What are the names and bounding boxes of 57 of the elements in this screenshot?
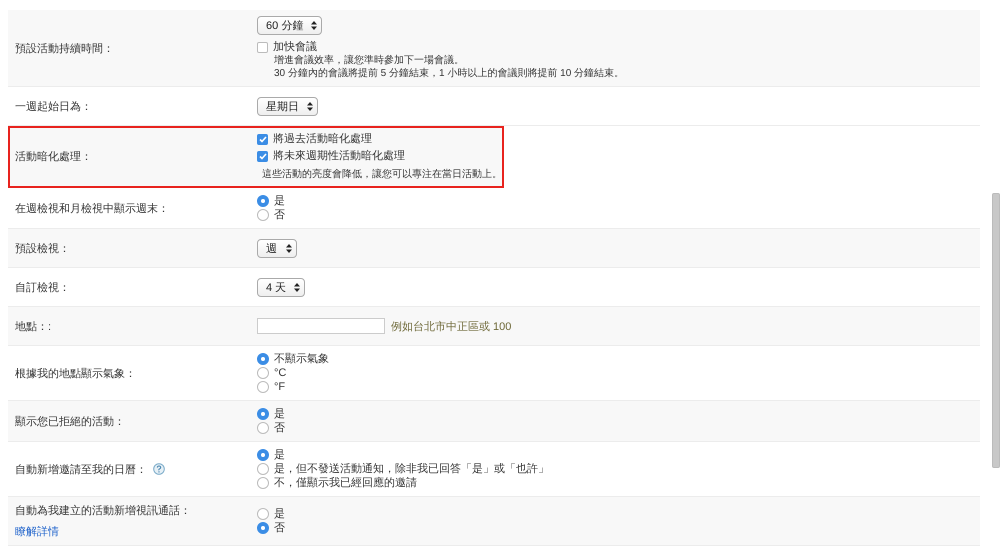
dropdown-select[interactable]: 星期日 [257, 96, 318, 116]
checkbox[interactable] [257, 134, 268, 144]
radio-button[interactable] [257, 522, 269, 534]
updown-arrows-icon [286, 244, 292, 252]
help-icon[interactable] [153, 463, 165, 475]
checkbox-option[interactable]: 加快會議 [257, 40, 317, 54]
description-text: 30 分鐘內的會議將提前 5 分鐘結束，1 小時以上的會議則將提前 10 分鐘結束。 [273, 67, 624, 80]
learn-more-link[interactable]: 瞭解詳情 [15, 524, 257, 539]
radio-option[interactable]: 不顯示氣象 [257, 352, 329, 366]
scrollbar[interactable] [992, 193, 1000, 468]
setting-label: 一週起始日為： [15, 100, 92, 114]
example-hint: 例如台北市中正區或 100 [391, 320, 512, 334]
checkbox-option[interactable]: 將過去活動暗化處理 [257, 132, 372, 146]
updown-arrows-icon [307, 102, 313, 110]
radio-button[interactable] [257, 408, 269, 420]
setting-label: 根據我的地點顯示氣象： [15, 366, 136, 380]
setting-label: 顯示您已拒絕的活動： [15, 414, 125, 428]
updown-arrows-icon [294, 282, 300, 292]
checkbox[interactable] [257, 150, 268, 162]
radio-option[interactable]: 是 [257, 448, 285, 462]
radio-button[interactable] [257, 367, 269, 379]
dropdown-select[interactable]: 4 天 [257, 278, 306, 296]
radio-option[interactable]: 是 [257, 194, 285, 208]
radio-button[interactable] [257, 195, 269, 207]
radio-button[interactable] [257, 353, 269, 365]
description-text: 這些活動的亮度會降低，讓您可以專注在當日活動上。 [261, 168, 502, 181]
setting-label: 自動新增邀請至我的日曆： [15, 462, 147, 476]
radio-button[interactable] [257, 463, 269, 475]
description-text: 增進會議效率，讓您準時參加下一場會議。 [273, 54, 464, 67]
radio-button[interactable] [257, 422, 269, 434]
radio-option[interactable]: 否 [257, 421, 285, 435]
dropdown-select[interactable]: 週 [257, 238, 297, 258]
setting-label: 預設活動持續時間： [15, 42, 114, 56]
setting-label: 地點：: [15, 320, 52, 334]
radio-button[interactable] [257, 477, 269, 489]
radio-option[interactable]: °C [257, 366, 286, 380]
radio-option[interactable]: °F [257, 380, 286, 394]
updown-arrows-icon [311, 21, 318, 30]
radio-option[interactable]: 是 [257, 407, 285, 421]
radio-button[interactable] [257, 381, 269, 393]
radio-option[interactable]: 是 [257, 507, 285, 521]
radio-option[interactable]: 不，僅顯示我已經回應的邀請 [257, 476, 417, 490]
location-field[interactable] [257, 318, 385, 334]
setting-label: 活動暗化處理： [15, 150, 92, 164]
radio-option[interactable]: 否 [257, 208, 285, 222]
radio-option[interactable]: 否 [257, 521, 285, 535]
radio-button[interactable] [257, 449, 269, 461]
radio-option[interactable]: 是，但不發送活動通知，除非我已回答「是」或「也許」 [257, 462, 549, 476]
radio-button[interactable] [257, 508, 269, 520]
checkbox-option[interactable]: 將未來週期性活動暗化處理 [257, 149, 405, 163]
radio-button[interactable] [257, 209, 269, 221]
checkbox[interactable] [257, 42, 268, 52]
setting-label: 預設檢視： [15, 242, 70, 256]
setting-label: 自訂檢視： [15, 280, 70, 294]
setting-label: 自動為我建立的活動新增視訊通話： [15, 504, 191, 518]
setting-label: 在週檢視和月檢視中顯示週末： [15, 202, 169, 216]
dropdown-select[interactable]: 60 分鐘 [257, 16, 322, 35]
